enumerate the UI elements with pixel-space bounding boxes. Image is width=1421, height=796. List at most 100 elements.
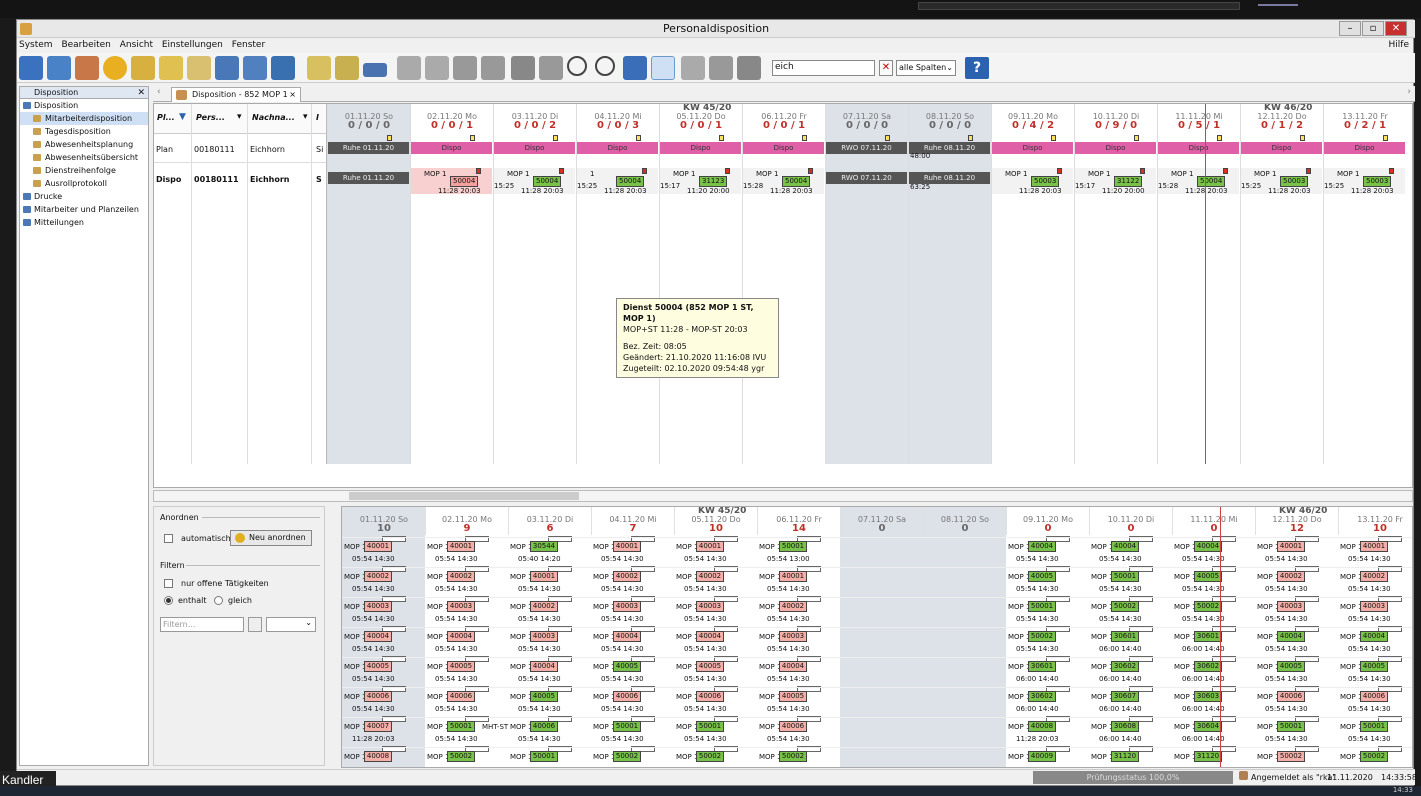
pool-day-header[interactable]: 07.11.20 Sa 0 [840, 507, 923, 535]
nav-item-0[interactable]: Disposition [20, 99, 148, 112]
duty-number[interactable]: 40005 [1277, 661, 1305, 672]
duty-number[interactable]: 50001 [1277, 721, 1305, 732]
pool-duty[interactable]: MOP 1 40002 05:54 14:30 [757, 596, 839, 627]
pool-duty[interactable]: MOP 1 40006 05:54 14:30 [757, 716, 839, 747]
duty-number[interactable]: 50001 [1360, 721, 1388, 732]
menu-hilfe[interactable]: Hilfe [1389, 39, 1409, 52]
pool-day-header[interactable]: 08.11.20 So 0 [923, 507, 1006, 535]
duty-number[interactable]: 50001 [1111, 571, 1139, 582]
duty-number[interactable]: 50002 [1111, 601, 1139, 612]
pool-duty[interactable]: MOP 1 50001 [508, 746, 590, 767]
nav-item-7[interactable]: Drucke [20, 190, 148, 203]
pool-duty[interactable]: MOP 1 50002 05:54 14:30 [1089, 596, 1171, 627]
pool-duty[interactable]: MOP 1 31120 [1089, 746, 1171, 767]
col-info[interactable]: I [316, 113, 319, 122]
refresh-icon[interactable] [103, 56, 127, 80]
pool-duty[interactable]: MOP 1 40004 05:54 14:30 [674, 626, 756, 657]
binoculars-icon[interactable] [511, 56, 535, 80]
duty-number[interactable]: 30602 [1194, 661, 1222, 672]
pool-duty[interactable]: MOP 1 50002 05:54 14:30 [1006, 626, 1088, 657]
pool-duty[interactable]: MOP 1 50002 [757, 746, 839, 767]
duty-number[interactable]: 30604 [1194, 721, 1222, 732]
duty-number[interactable]: 50001 [696, 721, 724, 732]
pool-duty[interactable]: MOP 1 30544 05:40 14:20 [508, 536, 590, 567]
duty-number[interactable]: 40004 [1360, 631, 1388, 642]
duty-number[interactable]: 40006 [447, 691, 475, 702]
duty-number[interactable]: 40004 [1111, 541, 1139, 552]
fit-icon[interactable] [623, 56, 647, 80]
pool-duty[interactable]: MOP 1 40005 05:54 14:30 [508, 686, 590, 717]
search-input[interactable]: eich [772, 60, 875, 76]
duty-number[interactable]: 40002 [779, 601, 807, 612]
close-icon[interactable]: ✕ [137, 87, 145, 99]
duty-number[interactable]: 40005 [696, 661, 724, 672]
col-name[interactable]: Nachna... [252, 113, 295, 122]
pool-duty[interactable]: MOP 1 40009 [1006, 746, 1088, 767]
pool-duty[interactable]: MOP 1 40002 05:54 14:30 [674, 566, 756, 597]
tab-scroll-left-icon[interactable]: ‹ [157, 87, 161, 97]
pool-duty[interactable]: MOP 1 40005 05:54 14:30 [674, 656, 756, 687]
dispo-duty[interactable]: RWO 07.11.20 [826, 172, 907, 184]
edit-list-icon[interactable] [243, 56, 267, 80]
minimize-button[interactable]: – [1339, 21, 1361, 36]
pool-duty[interactable]: MOP 1 50002 [425, 746, 507, 767]
pool-duty[interactable]: MOP 1 40002 05:54 14:30 [508, 596, 590, 627]
pool-duty[interactable]: MOP 1 40006 05:54 14:30 [1338, 686, 1412, 717]
duty-number[interactable]: 40004 [779, 661, 807, 672]
duty-number[interactable]: 40004 [1194, 541, 1222, 552]
clear-search-icon[interactable]: ✕ [879, 60, 893, 76]
plan-duty[interactable]: RWO 07.11.20 [826, 142, 907, 154]
scrollbar-thumb[interactable] [349, 492, 579, 500]
pool-duty[interactable]: MOP 1 30602 06:00 14:40 [1089, 656, 1171, 687]
pool-duty[interactable]: MOP 1 50002 [591, 746, 673, 767]
pool-duty[interactable]: MOP 1 40001 05:54 14:30 [591, 536, 673, 567]
pool-duty[interactable]: MOP 1 40003 05:54 14:30 [1255, 596, 1337, 627]
plan-duty[interactable]: Dispo [577, 142, 658, 154]
filter-user-icon[interactable] [681, 56, 705, 80]
pool-duty[interactable]: MOP 1 40008 11:28 20:03 [1006, 716, 1088, 747]
duty-chip[interactable]: 50004 [782, 176, 811, 187]
nav-item-9[interactable]: Mitteilungen [20, 216, 148, 229]
duty-number[interactable]: 40005 [1360, 661, 1388, 672]
duty-number[interactable]: 40001 [1277, 541, 1305, 552]
duty-number[interactable]: 30544 [530, 541, 558, 552]
pool-duty[interactable]: MOP 1 31120 [1172, 746, 1254, 767]
filter-dropdown-icon[interactable]: ▾ [237, 112, 242, 122]
binoculars-next-icon[interactable] [539, 56, 563, 80]
pool-day-header[interactable]: 01.11.20 So 10 [342, 507, 425, 535]
pool-duty[interactable]: MOP 1 50001 05:54 14:30 [674, 716, 756, 747]
pool-duty[interactable]: MOP 1 40004 05:54 14:30 [1089, 536, 1171, 567]
duty-number[interactable]: 40002 [364, 571, 392, 582]
pool-duty[interactable]: MOP 1 40006 05:54 14:30 [425, 686, 507, 717]
dispo-duty[interactable]: Ruhe 01.11.20 [328, 172, 409, 184]
keyboard-icon[interactable] [363, 63, 387, 77]
duty-number[interactable]: 40004 [1028, 541, 1056, 552]
pool-duty[interactable]: MOP 1 30601 06:00 14:40 [1089, 626, 1171, 657]
pool-duty[interactable]: MOP 1 40002 05:54 14:30 [1338, 566, 1412, 597]
duty-number[interactable]: 40003 [1360, 601, 1388, 612]
help-button[interactable]: ? [965, 57, 989, 79]
filter-mode-select[interactable]: ⌄ [266, 617, 316, 632]
menu-system[interactable]: System [19, 40, 53, 50]
duty-number[interactable]: 30608 [1111, 721, 1139, 732]
duty-number[interactable]: 40005 [447, 661, 475, 672]
duty-number[interactable]: 50002 [613, 751, 641, 762]
nav-item-2[interactable]: Tagesdisposition [20, 125, 148, 138]
pool-duty[interactable]: MOP 1 50001 05:54 14:30 [591, 716, 673, 747]
pool-duty[interactable]: MOP 1 40002 05:54 14:30 [591, 566, 673, 597]
duty-number[interactable]: 40003 [696, 601, 724, 612]
nav-item-3[interactable]: Abwesenheitsplanung [20, 138, 148, 151]
duty-number[interactable]: 50002 [1360, 751, 1388, 762]
pool-duty[interactable]: MOP 1 40005 05:54 14:30 [1338, 656, 1412, 687]
layout-icon[interactable] [651, 56, 675, 80]
pool-duty[interactable]: MOP 1 40005 05:54 14:30 [1006, 566, 1088, 597]
day-header[interactable]: 08.11.20 So 0 / 0 / 0 [908, 104, 991, 134]
pool-day-header[interactable]: 13.11.20 Fr 10 [1338, 507, 1412, 535]
maximize-button[interactable]: ▫ [1362, 21, 1384, 36]
pool-duty[interactable]: MOP 1 40001 05:54 14:30 [508, 566, 590, 597]
pool-duty[interactable]: MOP 1 40005 05:54 14:30 [425, 656, 507, 687]
day-header[interactable]: 06.11.20 Fr 0 / 0 / 1 [742, 104, 825, 134]
pool-day-header[interactable]: 03.11.20 Di 6 [508, 507, 591, 535]
duty-number[interactable]: 40003 [530, 631, 558, 642]
day-header[interactable]: 03.11.20 Di 0 / 0 / 2 [493, 104, 576, 134]
